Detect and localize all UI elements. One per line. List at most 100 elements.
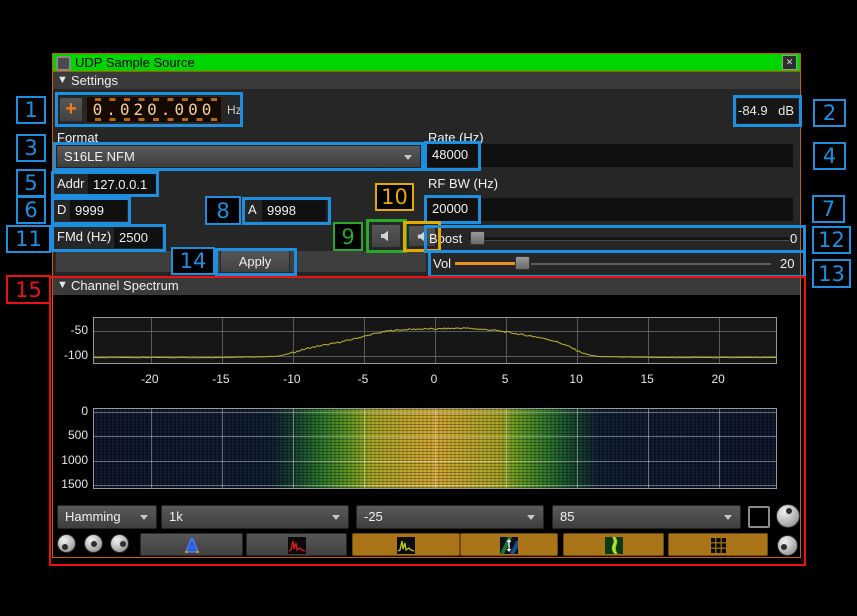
data-port-label: D (57, 202, 66, 217)
data-port-input[interactable]: 9999 (70, 200, 127, 221)
waterfall-display-button[interactable] (563, 533, 664, 556)
grid-toggle-button[interactable] (668, 533, 768, 556)
frequency-display[interactable]: 0.020.000 (86, 96, 222, 123)
callout-15: 15 (6, 275, 51, 304)
frequency-unit: Hz (227, 103, 242, 117)
volume-slider-filled-track[interactable] (455, 262, 517, 265)
callout-8: 8 (205, 196, 241, 225)
waterfall-gridline (364, 409, 365, 488)
waterfall-gridline (577, 409, 578, 488)
knob-pip (781, 544, 787, 550)
fm-deviation-input[interactable]: 2500 (114, 227, 162, 248)
callout-13: 13 (812, 259, 851, 288)
speaker-icon (379, 229, 393, 243)
speaker-icon (416, 230, 429, 243)
spectrum-display[interactable] (93, 317, 777, 364)
frequency-digits: 0.020.000 (93, 100, 216, 119)
audio-port-input[interactable]: 9998 (262, 200, 326, 221)
waterfall-gridline (151, 409, 152, 488)
chevron-down-icon (140, 515, 148, 520)
waterfall-gridline (506, 409, 507, 488)
callout-4: 4 (813, 142, 846, 170)
title-bar[interactable]: UDP Sample Source ✕ (53, 54, 800, 72)
channel-power-unit: dB (778, 103, 794, 118)
callout-12: 12 (812, 226, 851, 254)
callout-11: 11 (6, 225, 51, 253)
max-hold-trace-button[interactable] (246, 533, 347, 556)
boost-slider-handle[interactable] (470, 231, 485, 245)
volume-value: 20 (780, 256, 794, 271)
chevron-down-icon (332, 515, 340, 520)
waterfall-gridline (94, 436, 776, 437)
channel-spectrum-section-header[interactable]: ▼ Channel Spectrum (53, 277, 800, 295)
waterfall-gridline (435, 409, 436, 488)
address-input[interactable]: 127.0.0.1 (88, 174, 156, 195)
rfbw-input[interactable]: 20000 (427, 198, 793, 221)
channel-power-value: -84.9 (738, 103, 768, 118)
waterfall-gridline (94, 485, 776, 486)
fft-window-select[interactable]: Hamming (57, 505, 157, 529)
chevron-down-icon (724, 515, 732, 520)
callout-9: 9 (333, 222, 363, 251)
waterfall-gridline (222, 409, 223, 488)
boost-label: Boost (429, 231, 462, 246)
plus-icon: + (65, 98, 77, 120)
fft-size-select[interactable]: 1k (161, 505, 349, 529)
waterfall-flip-icon (500, 537, 518, 554)
knob-pip (62, 544, 68, 550)
callout-6: 6 (16, 196, 46, 224)
boost-value: 0 (790, 231, 797, 246)
settings-header-label: Settings (71, 73, 118, 88)
radio-dial-3[interactable] (110, 534, 129, 553)
boost-slider-groove[interactable] (469, 237, 789, 241)
settings-section-header[interactable]: ▼ Settings (53, 72, 800, 89)
collapse-triangle-icon[interactable]: ▼ (57, 279, 68, 291)
trace-current-icon (183, 537, 201, 554)
callout-2: 2 (813, 99, 846, 127)
format-selected-value: S16LE NFM (64, 149, 135, 164)
close-icon[interactable]: ✕ (782, 55, 797, 70)
collapse-triangle-icon[interactable]: ▼ (57, 74, 68, 86)
waterfall-flip-button[interactable] (460, 533, 558, 556)
spectrum-trace (94, 328, 776, 358)
knob-pip (786, 508, 792, 514)
max-hold-trace-icon (288, 537, 306, 554)
chevron-down-icon (527, 515, 535, 520)
format-label: Format (57, 130, 98, 145)
window-menu-icon[interactable] (56, 56, 71, 71)
callout-5: 5 (16, 169, 46, 197)
digit-up-arrows[interactable] (95, 98, 217, 101)
format-select[interactable]: S16LE NFM (56, 145, 421, 168)
frequency-up-button[interactable]: + (59, 97, 83, 122)
trace-current-button[interactable] (140, 533, 243, 556)
callout-1: 1 (16, 96, 46, 124)
udp-mute-button[interactable] (371, 224, 401, 248)
apply-button[interactable]: Apply (220, 250, 290, 273)
callout-7: 7 (812, 195, 845, 223)
waterfall-display-icon (605, 537, 623, 554)
volume-label: Vol (433, 256, 451, 271)
radio-dial-1[interactable] (57, 534, 76, 553)
waterfall-gridline (94, 461, 776, 462)
rate-input[interactable]: 48000 (427, 144, 793, 167)
power-range-select[interactable]: 85 (552, 505, 741, 529)
knob-pip (91, 541, 97, 547)
knob-dial[interactable] (776, 504, 800, 528)
rfbw-label: RF BW (Hz) (428, 176, 498, 191)
waterfall-display[interactable] (93, 408, 777, 489)
ref-level-select[interactable]: -25 (356, 505, 544, 529)
knob-dial-2[interactable] (777, 535, 798, 556)
waterfall-gridline (293, 409, 294, 488)
ref-level-value: -25 (364, 509, 383, 524)
average-trace-icon (397, 537, 415, 554)
volume-slider-handle[interactable] (515, 256, 530, 270)
address-label: Addr (57, 176, 84, 191)
average-trace-button[interactable] (352, 533, 460, 556)
callout-10: 10 (375, 183, 414, 211)
window-title: UDP Sample Source (75, 55, 195, 70)
radio-dial-2[interactable] (84, 534, 103, 553)
digit-down-arrows[interactable] (95, 118, 217, 121)
volume-slider-groove[interactable] (531, 263, 771, 265)
fm-deviation-label: FMd (Hz) (57, 229, 111, 244)
color-swatch-button[interactable] (748, 506, 770, 528)
